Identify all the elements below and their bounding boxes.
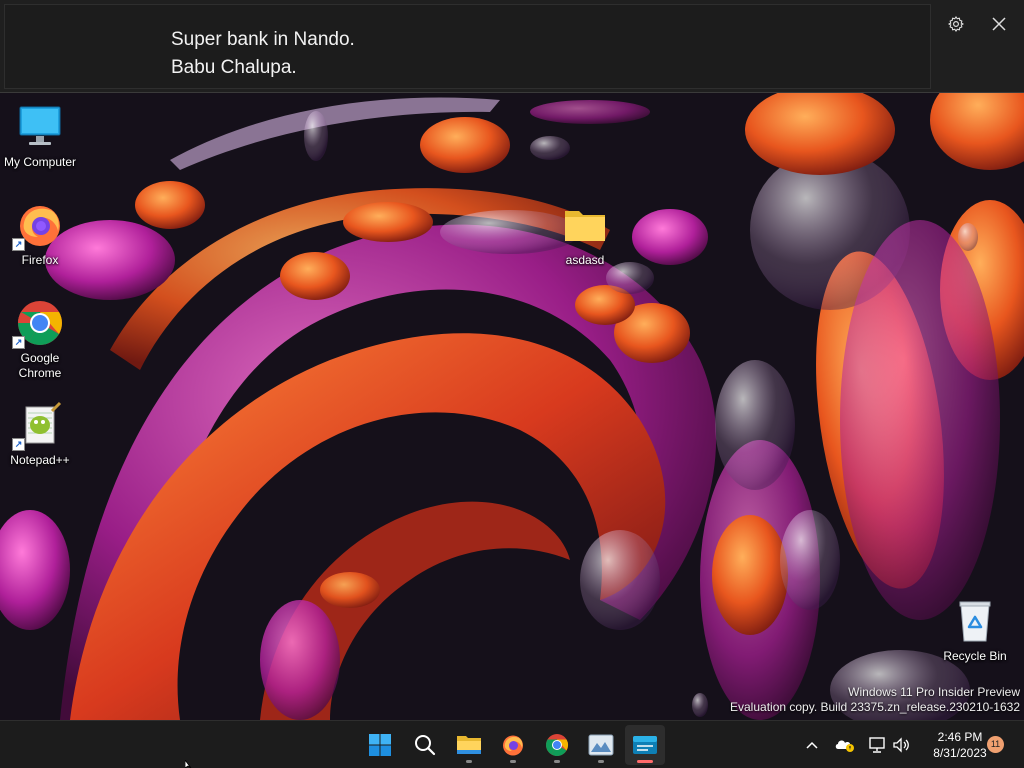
chrome-icon: ↗ [12,299,64,349]
search-icon [415,735,436,756]
desktop-icon-my-computer[interactable]: My Computer [0,103,80,170]
taskbar-firefox[interactable] [493,725,533,765]
onedrive-status[interactable] [832,733,858,757]
show-hidden-icons-button[interactable] [802,733,822,757]
desktop-icon-label: My Computer [3,155,77,169]
live-captions-icon [633,736,657,754]
watermark-edition: Windows 11 Pro Insider Preview [848,685,1020,699]
shortcut-arrow-icon: ↗ [12,336,25,349]
running-indicator [554,760,560,763]
desktop-icon-notepadpp[interactable]: ↗ Notepad++ [0,401,80,468]
shortcut-arrow-icon: ↗ [12,238,25,251]
start-icon [369,734,391,756]
chevron-up-icon [806,741,818,749]
network-status[interactable] [865,733,889,757]
active-indicator [637,760,653,763]
desktop-icon-google-chrome[interactable]: ↗ Google Chrome [0,299,80,381]
gear-icon [948,16,964,32]
caption-line-1: Super bank in Nando. [171,29,355,50]
taskbar-photos[interactable] [581,725,621,765]
desktop-icon-label: Notepad++ [10,453,70,467]
watermark-build: Evaluation copy. Build 23375.zn_release.… [730,700,1020,714]
taskbar: 2:46 PM 8/31/2023 11 [0,720,1024,768]
taskbar-chrome[interactable] [537,725,577,765]
firefox-icon: ↗ [12,201,64,251]
taskbar-live-captions[interactable] [625,725,665,765]
photos-icon [588,734,614,756]
caption-text-area: Super bank in Nando. Babu Chalupa. [4,4,931,89]
desktop-icon-recycle-bin[interactable]: Recycle Bin [935,597,1015,664]
windows-watermark: Windows 11 Pro Insider Preview Evaluatio… [730,685,1020,715]
taskbar-file-explorer[interactable] [449,725,489,765]
firefox-icon [503,735,523,756]
desktop-icon-folder-asdasd[interactable]: asdasd [545,201,625,268]
recycle-bin-icon [951,597,999,645]
desktop-icon-label: Recycle Bin [943,649,1007,663]
caption-line-2: Babu Chalupa. [171,57,297,78]
mouse-cursor-icon [185,760,192,768]
network-icon [869,737,885,753]
monitor-icon [16,103,64,151]
running-indicator [466,760,472,763]
running-indicator [598,760,604,763]
desktop-icon-label: asdasd [565,253,605,267]
desktop-icon-label: Firefox [21,253,59,267]
live-captions-window: Super bank in Nando. Babu Chalupa. [0,0,1024,93]
chrome-icon [546,734,568,756]
volume-control[interactable] [889,733,913,757]
file-explorer-icon [457,736,481,754]
folder-icon [561,201,609,249]
running-indicator [510,760,516,763]
close-icon [992,17,1006,31]
desktop-icon-label: Google Chrome [18,351,62,380]
start-button[interactable] [360,725,400,765]
desktop-icon-firefox[interactable]: ↗ Firefox [0,201,80,268]
desktop-wallpaper [0,0,1024,720]
notification-badge[interactable]: 11 [987,736,1004,753]
caption-close-button[interactable] [983,8,1015,40]
shortcut-arrow-icon: ↗ [12,438,25,451]
taskbar-search-button[interactable] [405,725,445,765]
volume-icon [893,737,909,753]
cloud-warning-icon [835,740,854,752]
notepadpp-icon: ↗ [12,401,64,451]
caption-settings-button[interactable] [940,8,972,40]
